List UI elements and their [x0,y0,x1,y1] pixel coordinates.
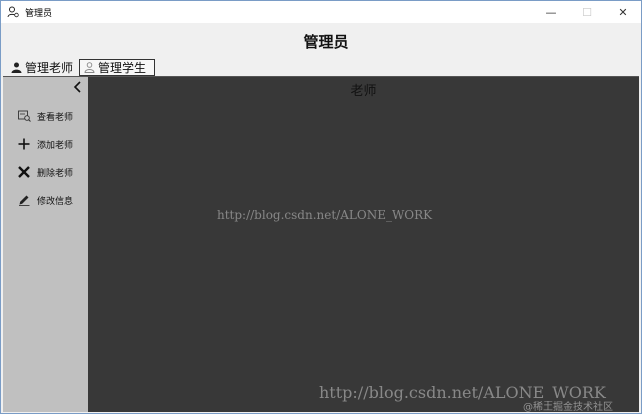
plus-icon [17,137,31,151]
user-icon [10,61,22,73]
main-area: 查看老师 添加老师 删除老师 修改信息 老师 [3,76,639,412]
sidebar-item-delete-teacher[interactable]: 删除老师 [17,164,73,180]
tab-label: 管理老师 [25,60,74,75]
tab-bar: 管理老师 管理学生 [1,59,641,76]
sidebar-item-label: 删除老师 [37,168,74,179]
tab-manage-students[interactable]: 管理学生 [79,59,155,76]
sidebar-item-label: 添加老师 [37,140,74,151]
admin-user-icon [7,6,19,18]
sidebar-item-label: 修改信息 [37,196,74,207]
minimize-button[interactable]: — [533,1,569,23]
edit-icon [17,193,31,207]
sidebar-item-view-teachers[interactable]: 查看老师 [17,108,73,124]
maximize-button[interactable]: ☐ [569,1,605,23]
view-icon [17,109,31,123]
page-title: 管理员 [303,32,349,51]
sidebar-item-label: 查看老师 [37,112,74,123]
tab-manage-teachers[interactable]: 管理老师 [7,59,77,75]
page-header: 管理员 [1,23,641,59]
watermark-corner: @稀土掘金技术社区 [523,402,613,413]
close-button[interactable]: ✕ [605,1,641,23]
window-title: 管理员 [25,8,53,19]
chevron-left-icon[interactable] [71,80,85,94]
content-panel: 老师 [88,77,639,412]
window-controls: — ☐ ✕ [533,1,641,23]
title-bar[interactable]: 管理员 — ☐ ✕ [1,1,641,23]
app-window: 管理员 — ☐ ✕ 管理员 管理老师 管理学生 查看老师 添加老师 删除老师 修… [0,0,642,414]
sidebar-item-add-teacher[interactable]: 添加老师 [17,136,73,152]
sidebar-item-edit-info[interactable]: 修改信息 [17,192,73,208]
watermark-center: http://blog.csdn.net/ALONE_WORK [217,208,433,222]
sidebar: 查看老师 添加老师 删除老师 修改信息 [3,77,88,412]
user-icon [83,62,95,74]
tab-label: 管理学生 [98,61,147,75]
close-icon [17,165,31,179]
content-title: 老师 [350,84,377,99]
